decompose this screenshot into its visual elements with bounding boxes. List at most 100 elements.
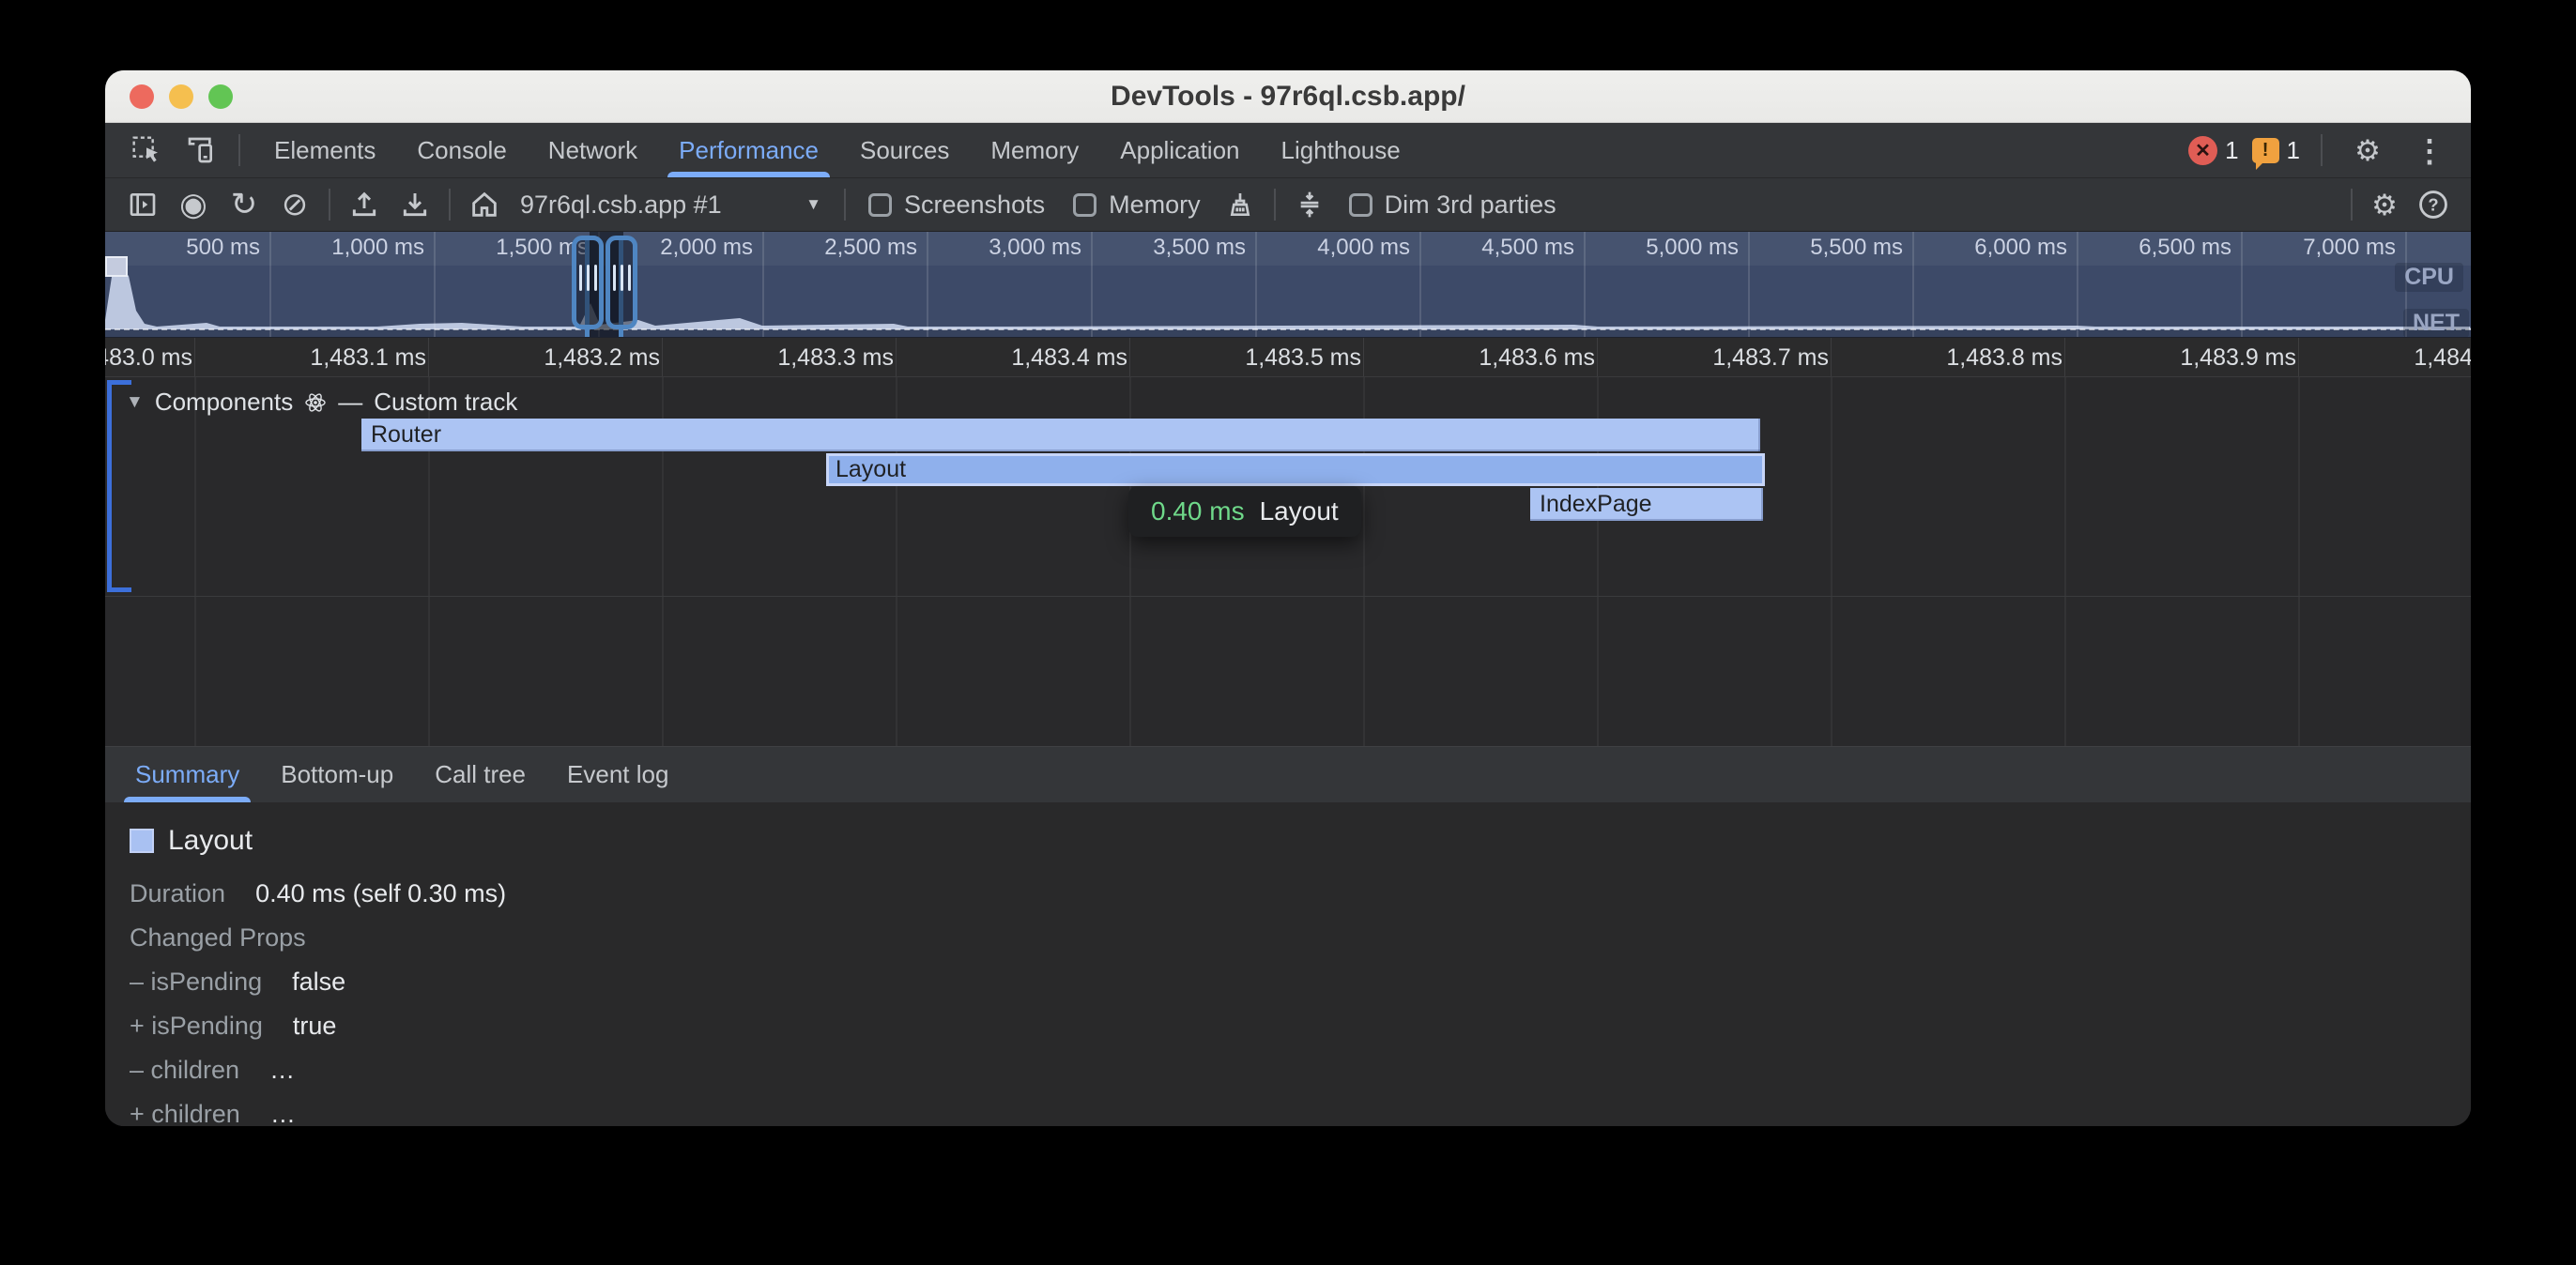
target-selector-value: 97r6ql.csb.app #1 (520, 191, 722, 220)
collect-garbage-icon[interactable] (1216, 182, 1265, 227)
summary-row: Duration0.40 ms (self 0.30 ms) (130, 879, 2471, 908)
flame-event-indexpage[interactable]: IndexPage (1530, 488, 1763, 521)
selection-right-handle[interactable] (606, 236, 637, 329)
summary-row-value: true (293, 1012, 337, 1041)
performance-toolbar: ◉ ↻ ⊘ 97r6ql.csb.app #1 ▼ Screenshots (105, 178, 2471, 232)
overview-gridline (927, 232, 928, 337)
load-profile-icon[interactable] (340, 182, 389, 227)
summary-row: – isPendingfalse (130, 968, 2471, 997)
summary-row-label: + isPending (130, 1012, 263, 1041)
flamechart-area[interactable]: ▼ Components — Custom track RouterLayout… (105, 377, 2471, 747)
event-tooltip: 0.40 ms Layout (1128, 486, 1361, 537)
react-atom-icon (304, 391, 327, 414)
overview-tick-label: 5,000 ms (1646, 235, 1748, 261)
details-tab-call-tree[interactable]: Call tree (414, 747, 546, 802)
inspect-element-icon[interactable] (122, 128, 171, 173)
error-badge[interactable]: ✕ 1 (2188, 136, 2238, 165)
memory-checkbox[interactable]: Memory (1060, 191, 1214, 220)
event-color-swatch (130, 829, 154, 853)
checkbox-box (1073, 193, 1096, 217)
tab-memory[interactable]: Memory (970, 123, 1099, 177)
selection-left-handle[interactable] (572, 236, 604, 329)
ruler-tick-label: 1,483.4 ms (1011, 344, 1135, 372)
ruler-tick-label: 1,483.0 ms (105, 344, 200, 372)
tab-lighthouse[interactable]: Lighthouse (1261, 123, 1421, 177)
capture-settings-gear-icon[interactable]: ⚙ (2360, 182, 2409, 227)
details-tab-summary[interactable]: Summary (115, 747, 260, 802)
overview-tick-label: 4,500 ms (1481, 235, 1584, 261)
screenshots-checkbox[interactable]: Screenshots (855, 191, 1058, 220)
overview-gridline (1255, 232, 1257, 337)
target-selector-dropdown[interactable]: 97r6ql.csb.app #1 ▼ (511, 184, 835, 225)
handle-grip (621, 265, 623, 291)
home-icon[interactable] (460, 182, 509, 227)
tab-console[interactable]: Console (396, 123, 527, 177)
handle-grip (613, 265, 616, 291)
flamechart-time-ruler: 1,483.0 ms1,483.1 ms1,483.2 ms1,483.3 ms… (105, 338, 2471, 377)
checkbox-box (868, 193, 892, 217)
summary-row: + isPending true (130, 1012, 2471, 1041)
overview-tick-label: 3,000 ms (989, 235, 1091, 261)
save-profile-icon[interactable] (391, 182, 439, 227)
overview-tick-label: 500 ms (186, 235, 269, 261)
minimize-window-button[interactable] (169, 84, 193, 109)
overview-tick-label: 1,000 ms (331, 235, 434, 261)
flame-event-layout[interactable]: Layout (826, 453, 1765, 486)
track-name: Components (155, 388, 293, 417)
close-window-button[interactable] (130, 84, 154, 109)
summary-row-label: – children (130, 1056, 239, 1085)
shortcuts-dialog-icon[interactable] (1285, 182, 1334, 227)
flame-event-router[interactable]: Router (361, 419, 1760, 451)
chevron-down-icon: ▼ (805, 195, 821, 214)
details-tab-bottom-up[interactable]: Bottom-up (260, 747, 414, 802)
handle-grip (579, 265, 582, 291)
track-header[interactable]: ▼ Components — Custom track (126, 388, 517, 417)
window-titlebar: DevTools - 97r6ql.csb.app/ (105, 70, 2471, 123)
toggle-sidebar-icon[interactable] (118, 182, 167, 227)
network-strip (105, 330, 2471, 337)
tab-elements[interactable]: Elements (253, 123, 396, 177)
timeline-overview[interactable]: 500 ms1,000 ms1,500 ms2,000 ms2,500 ms3,… (105, 232, 2471, 338)
track-selection-bracket-bottom (107, 587, 131, 592)
ruler-tick-label: 1,483.8 ms (1946, 344, 2070, 372)
flame-gridline (194, 377, 196, 746)
collapse-triangle-icon[interactable]: ▼ (126, 392, 144, 413)
record-icon[interactable]: ◉ (169, 182, 218, 227)
issue-count: 1 (2287, 136, 2300, 165)
tab-network[interactable]: Network (528, 123, 658, 177)
track-selection-bracket (107, 380, 112, 592)
overview-gridline (434, 232, 436, 337)
handle-grip (587, 265, 590, 291)
screenshots-label: Screenshots (904, 191, 1045, 220)
tab-sources[interactable]: Sources (839, 123, 970, 177)
net-lane-label: NET (2403, 309, 2469, 338)
tab-label: Application (1120, 136, 1239, 165)
cpu-lane-label: CPU (2395, 263, 2463, 292)
reload-and-record-icon[interactable]: ↻ (220, 182, 268, 227)
dim-3rd-parties-checkbox[interactable]: Dim 3rd parties (1336, 191, 1570, 220)
more-options-kebab-icon[interactable]: ⋮ (2405, 128, 2454, 173)
device-toolbar-icon[interactable] (176, 128, 225, 173)
details-tab-event-log[interactable]: Event log (546, 747, 689, 802)
summary-row-value: false (292, 968, 345, 997)
handle-grip (628, 265, 631, 291)
ruler-tick-label: 1,483.1 ms (310, 344, 434, 372)
overview-tick-label: 6,000 ms (1974, 235, 2077, 261)
clear-icon[interactable]: ⊘ (270, 182, 319, 227)
settings-gear-icon[interactable]: ⚙ (2343, 128, 2392, 173)
active-tab-underline (124, 797, 251, 802)
overview-tick-label: 2,500 ms (824, 235, 927, 261)
ruler-tick-label: 1,483.7 ms (1712, 344, 1836, 372)
summary-row: + children… (130, 1100, 2471, 1126)
tab-application[interactable]: Application (1099, 123, 1260, 177)
maximize-window-button[interactable] (208, 84, 233, 109)
help-icon[interactable]: ? (2409, 182, 2458, 227)
summary-row-label: Changed Props (130, 923, 306, 953)
summary-row: – children… (130, 1056, 2471, 1085)
issue-badge[interactable]: ! 1 (2252, 136, 2300, 165)
handle-grip (594, 265, 597, 291)
tab-label: Network (548, 136, 637, 165)
overview-tick-label: 7,000 ms (2303, 235, 2405, 261)
flame-gridline (2064, 377, 2066, 746)
tab-performance[interactable]: Performance (658, 123, 839, 177)
